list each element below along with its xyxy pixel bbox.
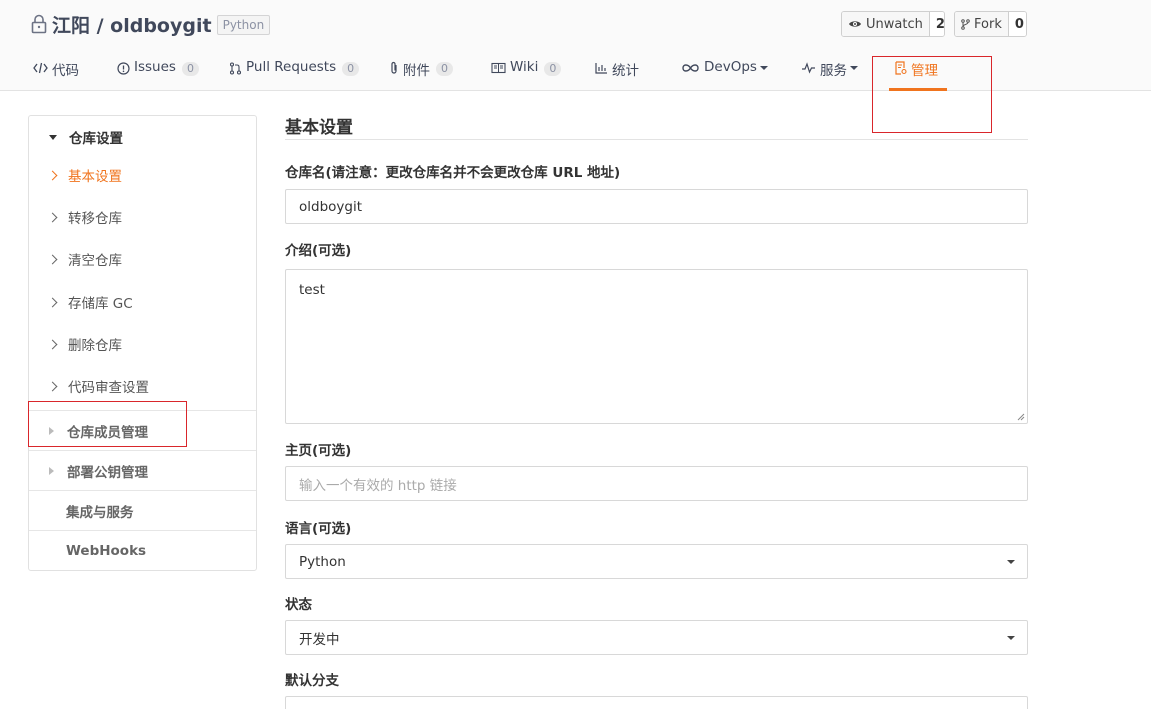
paperclip-icon (389, 59, 399, 77)
tab-attachments[interactable]: 附件 0 (389, 55, 453, 91)
repo-name-label: 仓库名(请注意：更改仓库名并不会更改仓库 URL 地址) (285, 165, 621, 181)
chevron-right-icon (47, 212, 58, 222)
sidebar-group-repo-settings[interactable]: 仓库设置 (29, 116, 256, 158)
tab-pull-requests[interactable]: Pull Requests 0 (229, 55, 360, 91)
fork-label-wrap[interactable]: Fork (955, 12, 1009, 36)
language-select[interactable]: Python (285, 544, 1028, 579)
tab-pull-requests-count: 0 (342, 62, 360, 76)
chevron-right-icon (47, 170, 58, 180)
language-label: 语言(可选) (285, 521, 352, 537)
tab-attachments-count: 0 (436, 62, 453, 76)
unwatch-button[interactable]: Unwatch 2 (841, 11, 945, 37)
status-label: 状态 (285, 597, 312, 613)
chevron-down-icon (850, 66, 858, 70)
tab-stats-label: 统计 (612, 63, 639, 79)
page-title: 基本设置 (285, 113, 1028, 140)
status-select[interactable]: 开发中 (285, 620, 1028, 655)
description-textarea[interactable]: test (285, 269, 1028, 424)
language-badge[interactable]: Python (216, 15, 271, 35)
repo-title-bar: 江阳 / oldboygit Python (30, 10, 271, 38)
default-branch-select[interactable] (285, 696, 1028, 709)
homepage-label: 主页(可选) (285, 443, 352, 459)
sidebar-item-clear-repo[interactable]: 清空仓库 (29, 238, 256, 280)
sidebar-item-label: 基本设置 (68, 169, 122, 185)
tab-wiki-count: 0 (544, 62, 562, 76)
watch-count[interactable]: 2 (929, 12, 944, 36)
sidebar-item-label: 存储库 GC (68, 296, 133, 312)
pulse-icon (801, 59, 816, 77)
chevron-right-icon (47, 381, 58, 391)
basic-settings-form: 基本设置 仓库名(请注意：更改仓库名并不会更改仓库 URL 地址) oldboy… (285, 113, 1028, 709)
sidebar-item-label: 删除仓库 (68, 338, 122, 354)
eye-icon (849, 21, 861, 27)
sidebar-item-label: 清空仓库 (68, 253, 122, 269)
chevron-right-icon (47, 254, 58, 264)
tab-pull-requests-label: Pull Requests (246, 59, 337, 75)
tab-services-label: 服务 (820, 63, 847, 79)
dropdown-caret-icon (1007, 636, 1015, 640)
tab-stats[interactable]: 统计 (595, 55, 639, 91)
sidebar-item-label: 部署公钥管理 (67, 464, 148, 481)
homepage-input[interactable]: 输入一个有效的 http 链接 (285, 466, 1028, 501)
sidebar-item-deploy-keys[interactable]: 部署公钥管理 (29, 450, 256, 490)
repo-name-link[interactable]: 江阳 / oldboygit (52, 11, 212, 38)
sidebar-item-transfer-repo[interactable]: 转移仓库 (29, 196, 256, 238)
lock-icon (31, 14, 47, 34)
unwatch-label-wrap[interactable]: Unwatch (842, 12, 930, 36)
caret-down-icon (49, 134, 57, 140)
fork-button[interactable]: Fork 0 (954, 11, 1027, 37)
sidebar-item-label: WebHooks (66, 542, 147, 559)
tab-issues-count: 0 (181, 62, 199, 76)
tab-devops[interactable]: DevOps (681, 55, 768, 91)
tab-devops-label: DevOps (704, 59, 757, 75)
resize-handle-icon[interactable] (1017, 413, 1025, 421)
tab-attachments-label: 附件 (403, 63, 430, 79)
tab-code[interactable]: 代码 (33, 55, 79, 91)
sidebar-group-label: 仓库设置 (69, 131, 123, 147)
language-selected-value: Python (299, 553, 346, 570)
sidebar-item-integrations[interactable]: 集成与服务 (29, 490, 256, 530)
fork-label: Fork (974, 16, 1002, 32)
sidebar-item-label: 代码审查设置 (68, 380, 149, 396)
sidebar-item-webhooks[interactable]: WebHooks (29, 530, 256, 570)
tab-services[interactable]: 服务 (801, 55, 858, 91)
tab-code-label: 代码 (52, 63, 79, 79)
description-label: 介绍(可选) (285, 243, 352, 259)
settings-sidebar: 仓库设置 基本设置 转移仓库 清空仓库 存储库 GC 删除仓库 代码审查设置 仓… (28, 115, 257, 571)
chevron-right-icon (47, 297, 58, 307)
fork-icon (961, 18, 970, 30)
sidebar-item-label: 集成与服务 (66, 504, 134, 521)
code-icon (33, 59, 48, 77)
fork-count[interactable]: 0 (1008, 12, 1026, 36)
unwatch-label: Unwatch (866, 16, 923, 32)
sidebar-item-delete-repo[interactable]: 删除仓库 (29, 323, 256, 365)
annotation-box-members (28, 401, 187, 447)
caret-right-icon (49, 466, 54, 475)
issue-icon (117, 59, 130, 77)
book-icon (491, 59, 506, 77)
sidebar-item-basic-settings[interactable]: 基本设置 (29, 154, 256, 196)
sidebar-item-repo-gc[interactable]: 存储库 GC (29, 281, 256, 323)
infinity-icon (681, 59, 700, 77)
bar-chart-icon (595, 59, 608, 77)
sidebar-item-label: 转移仓库 (68, 211, 122, 227)
default-branch-label: 默认分支 (285, 673, 339, 689)
pull-request-icon (229, 59, 242, 77)
repo-name-input[interactable]: oldboygit (285, 189, 1028, 224)
status-selected-value: 开发中 (299, 631, 340, 648)
description-text: test (299, 282, 325, 298)
chevron-right-icon (47, 339, 58, 349)
tab-issues-label: Issues (134, 59, 176, 75)
tab-issues[interactable]: Issues 0 (117, 55, 199, 91)
dropdown-caret-icon (1007, 560, 1015, 564)
chevron-down-icon (759, 66, 768, 70)
tab-wiki-label: Wiki (510, 59, 539, 75)
tab-wiki[interactable]: Wiki 0 (491, 55, 562, 91)
